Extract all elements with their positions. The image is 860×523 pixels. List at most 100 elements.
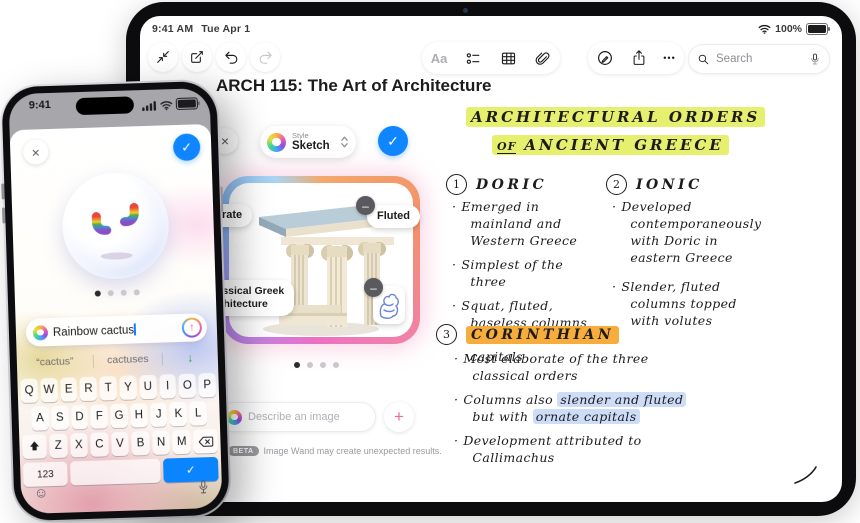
key-q[interactable]: Q xyxy=(20,378,38,403)
ipad-status-right: 100% xyxy=(758,23,828,35)
key-s[interactable]: S xyxy=(51,406,69,431)
iphone-device: 9:41 × ✓ xyxy=(0,79,232,523)
wifi-icon xyxy=(758,24,771,34)
ipad-date: Tue Apr 1 xyxy=(201,23,250,35)
backspace-icon xyxy=(198,436,213,447)
iphone-clock: 9:41 xyxy=(29,99,51,112)
key-e[interactable]: E xyxy=(60,377,78,402)
key-c[interactable]: C xyxy=(90,432,108,457)
send-prompt-button[interactable]: ↑ xyxy=(182,317,203,338)
apple-intelligence-icon xyxy=(227,410,242,425)
suggestion-quoted[interactable]: “cactus” xyxy=(17,355,93,369)
markup-icon[interactable] xyxy=(596,49,614,67)
apple-intelligence-icon xyxy=(33,325,48,340)
keyboard-row-2: A S D F G H J K L xyxy=(18,401,220,431)
plus-icon: + xyxy=(394,407,404,427)
playground-close-button[interactable]: × xyxy=(23,139,49,165)
sketch-scribble-icon xyxy=(377,290,401,320)
key-l[interactable]: L xyxy=(189,401,207,426)
emoji-keyboard-icon[interactable]: ☺ xyxy=(34,485,49,499)
key-j[interactable]: J xyxy=(150,402,168,427)
cellular-icon xyxy=(142,101,157,111)
redo-button[interactable] xyxy=(250,42,280,72)
key-f[interactable]: F xyxy=(91,404,109,429)
keyboard-row-1: Q W E R T Y U I O P xyxy=(17,373,219,403)
collapse-arrows-icon xyxy=(155,49,171,65)
paperclip-icon[interactable] xyxy=(534,50,551,67)
compose-button[interactable] xyxy=(182,42,212,72)
iphone-status-bar: 9:41 xyxy=(9,94,210,116)
shift-key[interactable] xyxy=(22,434,47,459)
tag-fluted[interactable]: Fluted xyxy=(367,205,420,228)
iphone-status-icons xyxy=(142,97,198,111)
ipad-screen: 9:41 AMTue Apr 1 100% Aa xyxy=(140,16,842,502)
style-picker[interactable]: Style Sketch xyxy=(260,126,356,158)
key-o[interactable]: O xyxy=(179,374,197,399)
key-m[interactable]: M xyxy=(173,430,191,455)
suggestion-plain[interactable]: cactuses xyxy=(94,353,162,367)
rainbow-cactus-illustration xyxy=(84,189,148,263)
beta-disclaimer: BETA Image Wand may create unexpected re… xyxy=(228,446,442,456)
ipad-status-left: 9:41 AMTue Apr 1 xyxy=(152,23,250,35)
search-field[interactable]: Search xyxy=(688,44,830,74)
close-icon: × xyxy=(221,133,229,149)
section-doric-heading: 1 DORIC xyxy=(446,174,547,195)
generated-image-bubble[interactable] xyxy=(61,171,170,280)
handwritten-heading-1: ARCHITECTURAL ORDERS xyxy=(466,108,765,126)
playground-done-button[interactable]: ✓ xyxy=(173,133,201,161)
formatting-toolbar-group: Aa xyxy=(422,42,560,74)
remove-fluted-button[interactable]: – xyxy=(356,196,375,215)
key-d[interactable]: D xyxy=(71,405,89,430)
format-text-button[interactable]: Aa xyxy=(431,51,448,66)
ipad-front-camera xyxy=(463,8,468,13)
key-h[interactable]: H xyxy=(130,403,148,428)
keyboard-row-3: Z X C V B N M xyxy=(19,429,221,459)
key-n[interactable]: N xyxy=(152,430,170,455)
key-r[interactable]: R xyxy=(80,377,98,402)
minus-icon: – xyxy=(362,199,369,213)
dictation-mic-icon[interactable] xyxy=(198,479,209,495)
collapse-button[interactable] xyxy=(148,42,178,72)
add-suggestion-button[interactable]: + xyxy=(384,402,414,432)
note-title: ARCH 115: The Art of Architecture xyxy=(216,76,492,96)
checklist-icon[interactable] xyxy=(465,50,482,67)
section-ionic-heading: 2 IONIC xyxy=(606,174,703,195)
key-y[interactable]: Y xyxy=(119,375,137,400)
prompt-input[interactable]: Rainbow cactus ↑ xyxy=(26,313,208,347)
key-b[interactable]: B xyxy=(131,431,149,456)
check-icon: ✓ xyxy=(181,139,192,155)
describe-image-input[interactable]: Describe an image xyxy=(218,402,376,432)
more-button[interactable]: ••• xyxy=(663,53,675,63)
battery-percent: 100% xyxy=(775,23,802,35)
key-t[interactable]: T xyxy=(100,376,118,401)
share-icon[interactable] xyxy=(631,49,647,67)
prompt-text: Rainbow cactus xyxy=(53,322,177,339)
table-icon[interactable] xyxy=(500,50,517,67)
key-w[interactable]: W xyxy=(40,378,58,403)
mic-icon[interactable] xyxy=(809,52,821,67)
key-k[interactable]: K xyxy=(170,402,188,427)
dictation-accept-arrow[interactable]: ↓ xyxy=(163,350,218,366)
key-z[interactable]: Z xyxy=(49,434,67,459)
key-i[interactable]: I xyxy=(159,374,177,399)
key-u[interactable]: U xyxy=(139,375,157,400)
key-a[interactable]: A xyxy=(31,406,49,431)
key-x[interactable]: X xyxy=(70,433,88,458)
style-label: Style xyxy=(292,132,334,140)
remove-sketch-button[interactable]: – xyxy=(364,278,383,297)
up-arrow-icon: ↑ xyxy=(189,322,195,334)
undo-button[interactable] xyxy=(216,42,246,72)
iphone-page-dots[interactable] xyxy=(95,289,140,296)
key-g[interactable]: G xyxy=(110,404,128,429)
ipad-page-dots[interactable] xyxy=(294,362,339,368)
iphone-screen: 9:41 × ✓ xyxy=(8,88,222,514)
disclaimer-text: Image Wand may create unexpected results… xyxy=(264,446,442,456)
key-v[interactable]: V xyxy=(111,432,129,457)
close-icon: × xyxy=(31,144,40,160)
redo-icon xyxy=(257,49,274,66)
backspace-key[interactable] xyxy=(193,429,218,454)
check-icon: ✓ xyxy=(186,463,196,477)
imagewand-accept-button[interactable]: ✓ xyxy=(378,126,408,156)
key-p[interactable]: P xyxy=(198,373,216,398)
apple-intelligence-icon xyxy=(267,133,286,152)
